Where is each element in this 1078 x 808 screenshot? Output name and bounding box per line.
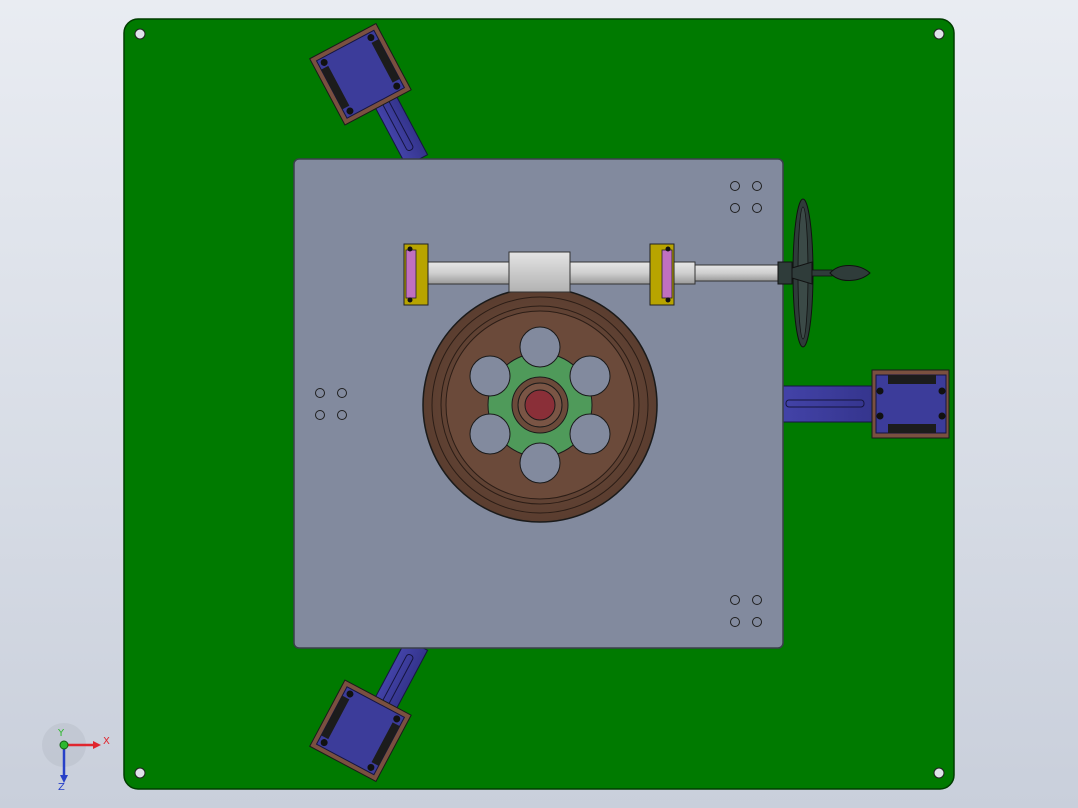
base-plate-corner-hole: [933, 767, 945, 779]
bolt-icon: [876, 412, 884, 420]
shaft-boss: [508, 251, 571, 293]
bearing-right: [649, 243, 675, 306]
pulley-wheel[interactable]: [422, 287, 658, 523]
bolt-icon: [938, 387, 946, 395]
hub-bore: [524, 389, 556, 421]
z-axis-label: Z: [58, 782, 65, 793]
y-axis-label: Y: [57, 728, 65, 739]
y-axis-dot-icon: [59, 740, 69, 750]
orientation-triad: X Y Z: [42, 723, 110, 793]
x-axis-arrow-icon: [93, 741, 101, 749]
x-axis-label: X: [103, 736, 110, 747]
bolt-icon: [938, 412, 946, 420]
bearing-left: [403, 243, 429, 306]
bolt-icon: [876, 387, 884, 395]
base-plate-corner-hole: [134, 767, 146, 779]
base-plate-corner-hole: [933, 28, 945, 40]
base-plate-corner-hole: [134, 28, 146, 40]
cad-viewport[interactable]: X Y Z: [0, 0, 1078, 808]
